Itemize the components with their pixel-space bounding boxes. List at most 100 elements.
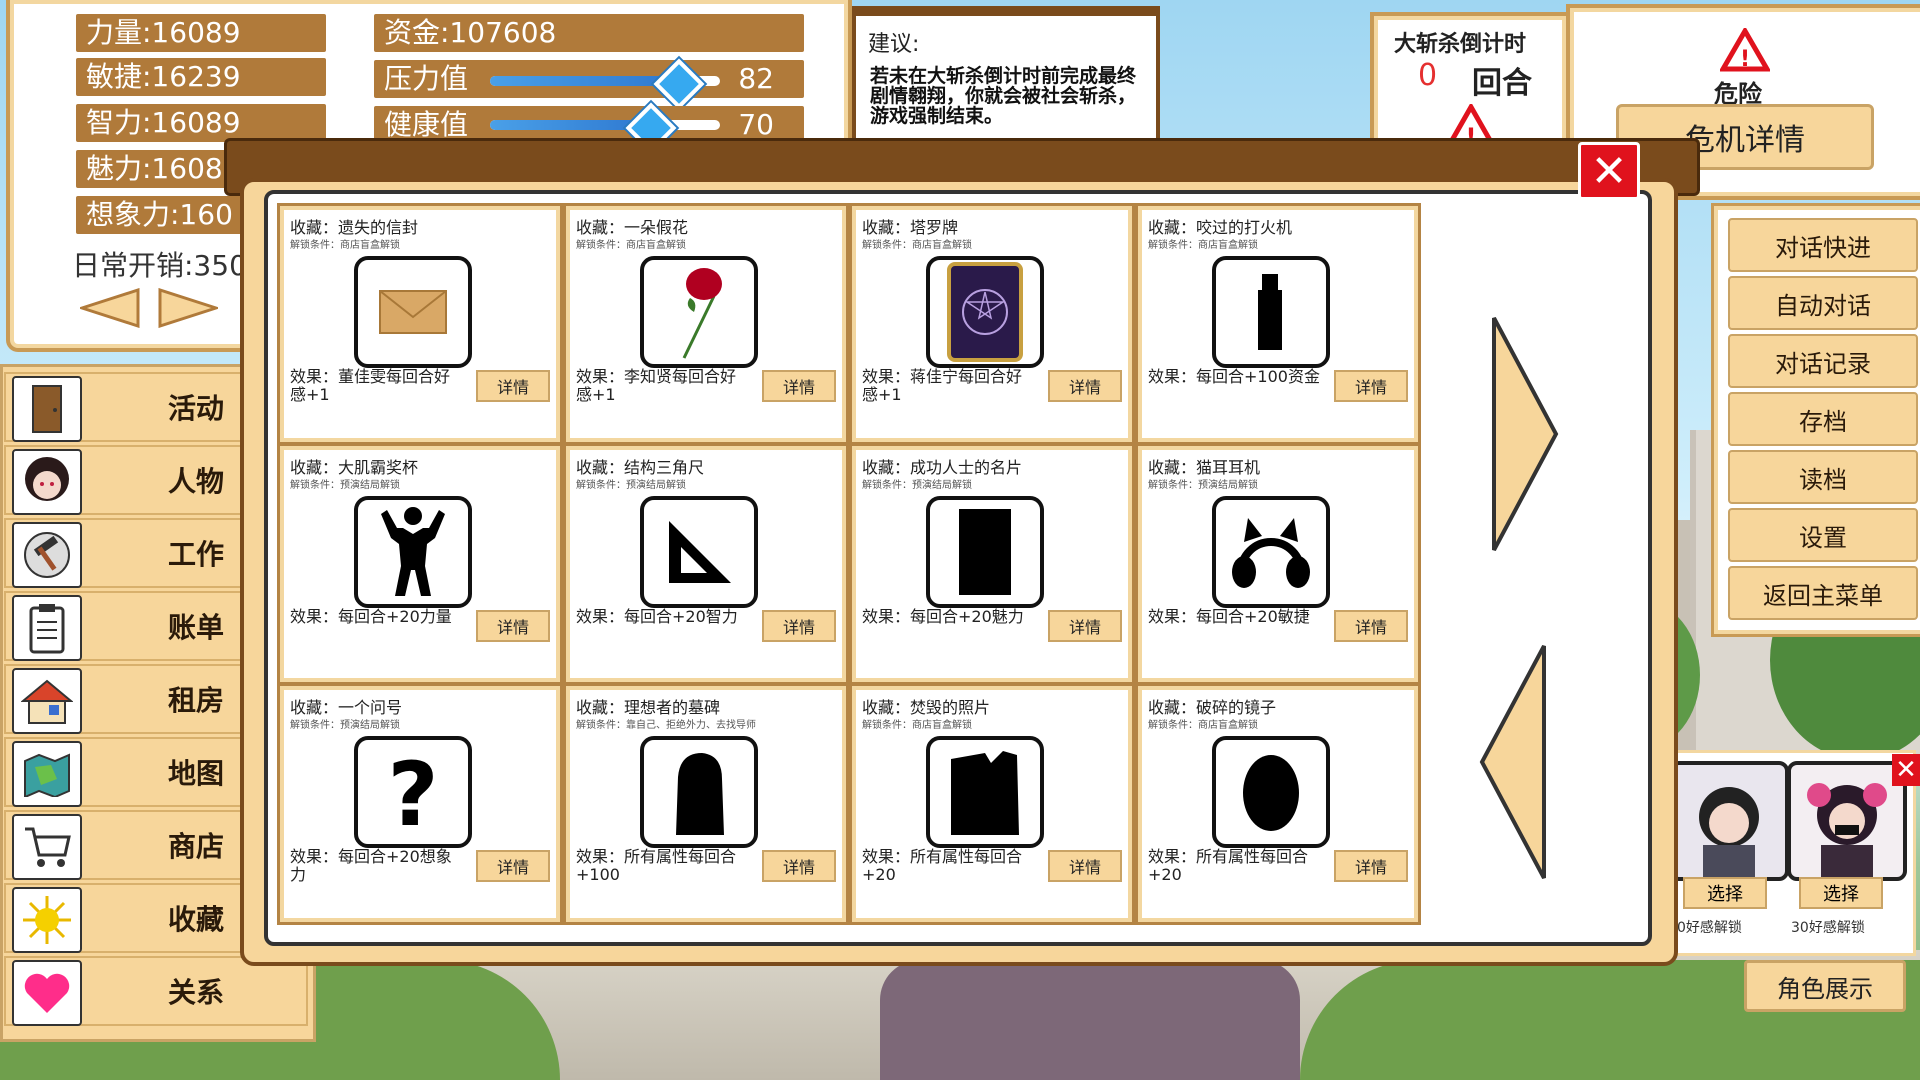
collection-item-name: 收藏：一朵假花 <box>576 218 689 237</box>
character-portrait-icon <box>12 449 82 515</box>
collection-card: 收藏：咬过的打火机 解锁条件：商店盲盒解锁 效果：每回合+100资金 详情 <box>1138 206 1418 442</box>
character-showcase-button[interactable]: 角色展示 <box>1744 960 1906 1012</box>
detail-button[interactable]: 详情 <box>1334 850 1408 882</box>
detail-button[interactable]: 详情 <box>476 370 550 402</box>
health-label: 健康值 <box>384 108 469 141</box>
detail-button[interactable]: 详情 <box>476 610 550 642</box>
burnt-photo-silhouette-icon <box>926 736 1044 848</box>
collection-unlock-condition: 解锁条件：商店盲盒解锁 <box>1148 720 1258 731</box>
collection-effect: 效果：每回合+20力量 <box>290 607 452 626</box>
detail-button[interactable]: 详情 <box>1048 850 1122 882</box>
detail-button[interactable]: 详情 <box>762 610 836 642</box>
right-menu-button-6[interactable]: 返回主菜单 <box>1728 566 1918 620</box>
question-mark-icon: ? <box>354 736 472 848</box>
danger-warning-icon: ! <box>1720 28 1770 72</box>
collection-card: 收藏：塔罗牌 解锁条件：商店盲盒解锁 效果：蒋佳宁每回合好感+1 详情 <box>852 206 1132 442</box>
collection-card: 收藏：结构三角尺 解锁条件：预演结局解锁 效果：每回合+20智力 详情 <box>566 446 846 682</box>
collection-item-name: 收藏：结构三角尺 <box>576 458 705 477</box>
heart-icon <box>12 960 82 1026</box>
detail-button[interactable]: 详情 <box>762 850 836 882</box>
business-card-silhouette-icon <box>926 496 1044 608</box>
collection-effect: 效果：每回合+20敏捷 <box>1148 607 1310 626</box>
select-character-right-button[interactable]: 选择 <box>1799 877 1883 909</box>
character-panel-close-icon[interactable]: ✕ <box>1892 754 1920 786</box>
collection-effect: 效果：所有属性每回合+20 <box>862 847 1023 884</box>
collection-unlock-condition: 解锁条件：预演结局解锁 <box>1148 480 1258 491</box>
countdown-value: 0 <box>1418 58 1438 93</box>
svg-text:!: ! <box>1740 47 1750 72</box>
menu-item-label: 关系 <box>167 976 224 1009</box>
right-menu-button-0[interactable]: 对话快进 <box>1728 218 1918 272</box>
prev-page-arrow-icon[interactable] <box>80 288 140 328</box>
clipboard-icon <box>12 595 82 661</box>
detail-button[interactable]: 详情 <box>762 370 836 402</box>
collection-effect: 效果：所有属性每回合+100 <box>576 847 737 884</box>
right-menu-button-5[interactable]: 设置 <box>1728 508 1918 562</box>
collection-effect: 效果：李知贤每回合好感+1 <box>576 367 737 404</box>
pressure-value: 82 <box>738 62 774 95</box>
detail-button[interactable]: 详情 <box>1334 610 1408 642</box>
right-menu-button-2[interactable]: 对话记录 <box>1728 334 1918 388</box>
collection-card: 收藏：猫耳耳机解锁条件：预演结局解锁效果：每回合+20敏捷 详情 <box>1138 446 1418 682</box>
svg-text:?: ? <box>387 747 438 837</box>
unlock-right-text: 30好感解锁 <box>1791 920 1865 936</box>
collection-card: 收藏：焚毁的照片解锁条件：商店盲盒解锁效果：所有属性每回合+20 详情 <box>852 686 1132 922</box>
collection-card: 收藏：一个问号 解锁条件：预演结局解锁? 效果：每回合+20想象力 详情 <box>280 686 560 922</box>
rose-icon <box>640 256 758 368</box>
bodybuilder-silhouette-icon <box>354 496 472 608</box>
collection-unlock-condition: 解锁条件：预演结局解锁 <box>576 480 686 491</box>
character-portrait-left[interactable] <box>1669 761 1789 881</box>
character-dress <box>880 960 1300 1080</box>
collection-unlock-condition: 解锁条件：商店盲盒解锁 <box>862 720 972 731</box>
stat-money: 资金:107608 <box>374 14 804 52</box>
collection-card: 收藏：大肌霸奖杯 解锁条件：预演结局解锁 效果：每回合+20力量 详情 <box>280 446 560 682</box>
collection-item-name: 收藏：一个问号 <box>290 698 403 717</box>
collection-item-name: 收藏：猫耳耳机 <box>1148 458 1261 477</box>
collection-effect: 效果：董佳雯每回合好感+1 <box>290 367 451 404</box>
stat-agility: 敏捷:16239 <box>76 58 326 96</box>
right-menu-button-3[interactable]: 存档 <box>1728 392 1918 446</box>
collection-item-name: 收藏：理想者的墓碑 <box>576 698 721 717</box>
collection-effect: 效果：蒋佳宁每回合好感+1 <box>862 367 1023 404</box>
prev-collection-page-icon[interactable] <box>1478 642 1548 882</box>
character-portrait-right-icon <box>1807 783 1887 877</box>
collection-card: 收藏：成功人士的名片 解锁条件：预演结局解锁 效果：每回合+20魅力 详情 <box>852 446 1132 682</box>
collection-item-name: 收藏：咬过的打火机 <box>1148 218 1293 237</box>
next-page-arrow-icon[interactable] <box>158 288 218 328</box>
stat-strength: 力量:16089 <box>76 14 326 52</box>
close-collection-button[interactable]: ✕ <box>1578 142 1640 200</box>
next-collection-page-icon[interactable] <box>1490 314 1560 554</box>
collection-effect: 效果：所有属性每回合+20 <box>1148 847 1309 884</box>
collection-card: 收藏：理想者的墓碑解锁条件：靠自己、拒绝外力、去找导师效果：所有属性每回合+10… <box>566 686 846 922</box>
collection-unlock-condition: 解锁条件：商店盲盒解锁 <box>576 240 686 251</box>
detail-button[interactable]: 详情 <box>476 850 550 882</box>
collection-unlock-condition: 解锁条件：预演结局解锁 <box>290 720 400 731</box>
hammer-icon <box>12 522 82 588</box>
collection-item-name: 收藏：焚毁的照片 <box>862 698 991 717</box>
character-portrait-right[interactable] <box>1787 761 1907 881</box>
house-icon <box>12 668 82 734</box>
lighter-silhouette-icon <box>1212 256 1330 368</box>
sun-icon <box>12 887 82 953</box>
advice-title: 建议: <box>868 32 920 57</box>
door-icon <box>12 376 82 442</box>
select-character-left-button[interactable]: 选择 <box>1683 877 1767 909</box>
detail-button[interactable]: 详情 <box>1048 370 1122 402</box>
collection-effect: 效果：每回合+100资金 <box>1148 367 1320 386</box>
right-menu-button-1[interactable]: 自动对话 <box>1728 276 1918 330</box>
cart-icon <box>12 814 82 880</box>
collection-item-name: 收藏：成功人士的名片 <box>862 458 1023 477</box>
pressure-slider-fill <box>490 76 679 86</box>
collection-unlock-condition: 解锁条件：商店盲盒解锁 <box>862 240 972 251</box>
daily-cost: 日常开销:350 <box>72 249 247 282</box>
countdown-title: 大斩杀倒计时 <box>1394 32 1527 57</box>
detail-button[interactable]: 详情 <box>1334 370 1408 402</box>
menu-item-8[interactable]: 关系 <box>4 956 308 1026</box>
collection-unlock-condition: 解锁条件：靠自己、拒绝外力、去找导师 <box>576 720 756 731</box>
health-slider[interactable] <box>490 120 720 130</box>
collection-effect: 效果：每回合+20魅力 <box>862 607 1024 626</box>
detail-button[interactable]: 详情 <box>1048 610 1122 642</box>
collection-unlock-condition: 解锁条件：商店盲盒解锁 <box>290 240 400 251</box>
collection-card: 收藏：破碎的镜子 解锁条件：商店盲盒解锁 效果：所有属性每回合+20 详情 <box>1138 686 1418 922</box>
right-menu-button-4[interactable]: 读档 <box>1728 450 1918 504</box>
